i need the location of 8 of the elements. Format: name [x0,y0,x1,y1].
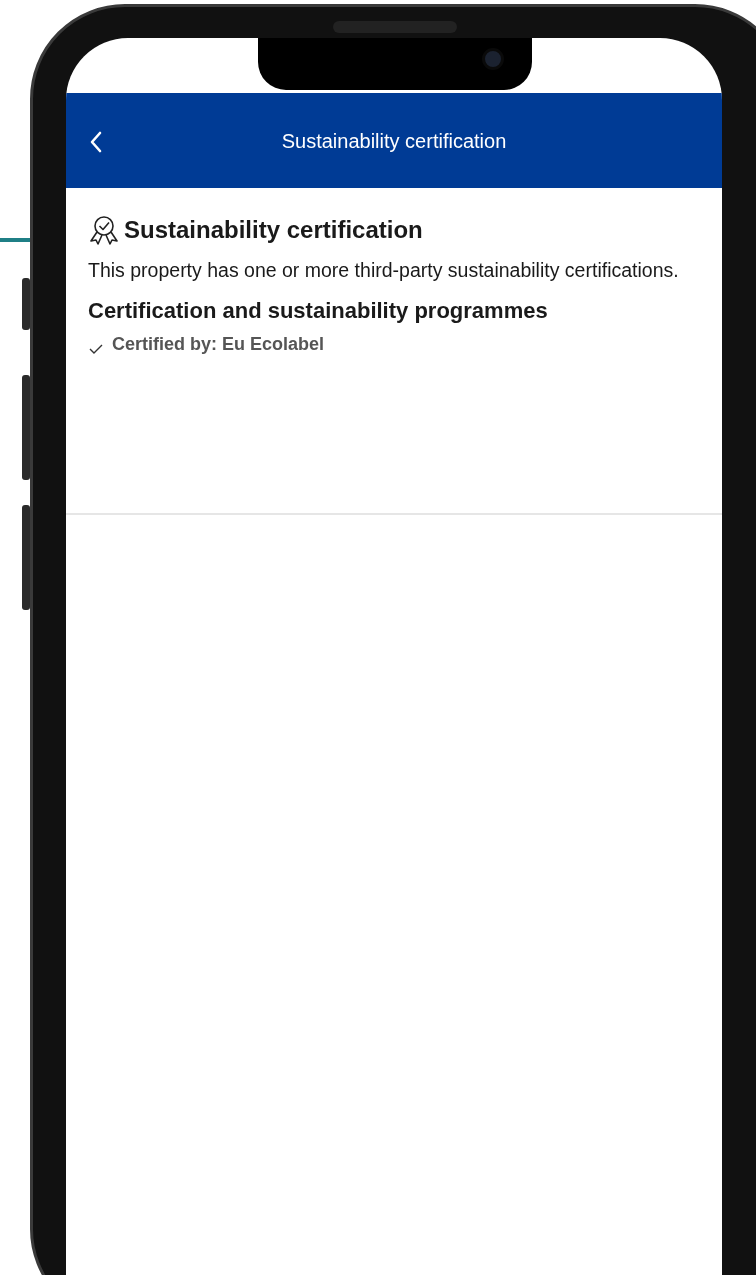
certification-label: Certified by: Eu Ecolabel [112,332,325,356]
award-check-icon [88,214,120,246]
header-title: Sustainability certification [281,128,507,154]
section-description: This property has one or more third-party sustainability certifications. [88,258,680,283]
section-title: Sustainability certification [124,215,423,245]
programmes-heading: Certification and sustainability programmes [88,298,549,325]
camera-lens [482,48,504,70]
back-icon [88,129,104,154]
